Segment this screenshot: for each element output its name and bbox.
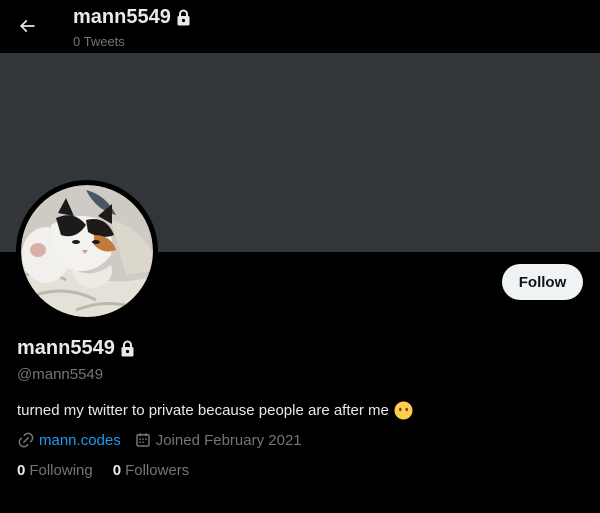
header-title-text: mann5549 [73, 6, 171, 28]
profile-stats: 0 Following 0 Followers [17, 462, 189, 479]
following-count: 0 [17, 462, 26, 479]
bio-text: turned my twitter to private because peo… [17, 402, 389, 419]
joined-date: Joined February 2021 [155, 431, 302, 449]
display-name: mann5549 [17, 337, 135, 360]
profile-header: mann5549 0 Tweets [0, 0, 600, 53]
joined-item: Joined February 2021 [134, 431, 302, 449]
tweet-count: 0 Tweets [73, 34, 125, 49]
lock-icon [120, 340, 135, 357]
avatar[interactable] [16, 180, 158, 322]
following-label: Following [29, 462, 93, 479]
user-handle: @mann5549 [17, 366, 104, 383]
followers-link[interactable]: 0 Followers [113, 462, 190, 479]
following-link[interactable]: 0 Following [17, 462, 93, 479]
profile-meta: mann.codes Joined February 2021 [17, 431, 302, 449]
profile-bio: turned my twitter to private because peo… [17, 401, 413, 420]
follow-button[interactable]: Follow [502, 264, 583, 300]
lock-icon [176, 9, 191, 26]
website-link[interactable]: mann.codes [39, 432, 121, 449]
calendar-icon [135, 433, 150, 447]
header-title: mann5549 [73, 6, 191, 29]
followers-count: 0 [112, 462, 122, 479]
back-button[interactable] [10, 9, 44, 43]
face-without-mouth-emoji [394, 401, 413, 420]
arrow-left-icon [19, 19, 35, 33]
display-name-text: mann5549 [17, 337, 115, 359]
link-icon [18, 432, 34, 448]
website-item: mann.codes [17, 431, 121, 449]
followers-label: Followers [125, 462, 190, 479]
